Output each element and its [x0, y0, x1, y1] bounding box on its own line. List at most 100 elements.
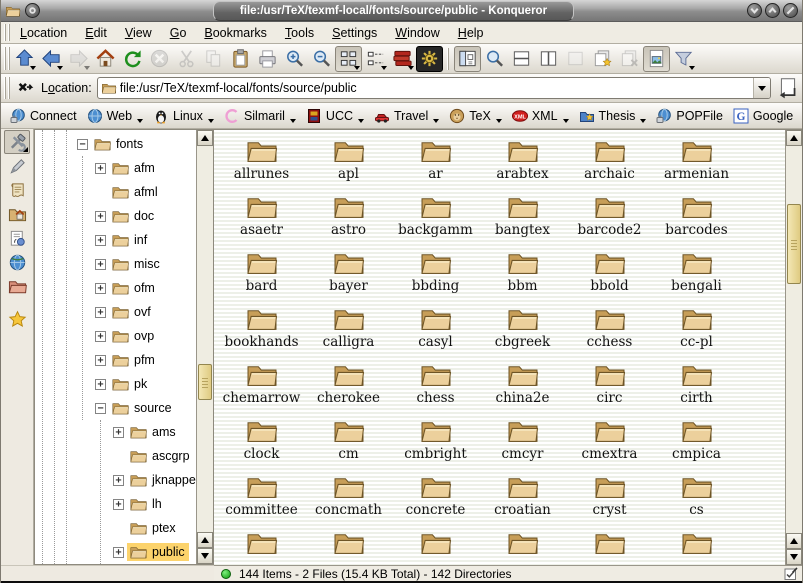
tree-item-body[interactable]: source [109, 399, 176, 417]
bookmark-travel[interactable]: Travel [369, 106, 444, 126]
tree-item-body[interactable]: ams [127, 423, 180, 441]
folder-item-cmcyr[interactable]: cmcyr [479, 416, 566, 472]
folder-item-bbold[interactable]: bbold [566, 248, 653, 304]
folder-item-bayer[interactable]: bayer [305, 248, 392, 304]
folder-item-cchess[interactable]: cchess [566, 304, 653, 360]
toolbar-print-button[interactable] [254, 46, 281, 72]
menu-help[interactable]: Help [449, 24, 493, 42]
folder-item-bbding[interactable]: bbding [392, 248, 479, 304]
expand-icon[interactable]: + [113, 499, 124, 510]
bookmark-connect[interactable]: Connect [5, 106, 82, 126]
tree-item-body[interactable]: jknappen [127, 471, 196, 489]
tree-item-jknappen[interactable]: +jknappen [35, 468, 196, 492]
folder-item[interactable] [218, 528, 305, 565]
window-menu-icon[interactable] [5, 4, 21, 18]
tree-item-body[interactable]: ascgrp [127, 447, 194, 465]
tree-item-pk[interactable]: +pk [35, 372, 196, 396]
minimize-button[interactable] [747, 3, 762, 18]
bookmark-tex[interactable]: TeX [444, 106, 507, 126]
view-indicator-icon[interactable] [784, 567, 798, 581]
folder-item-concmath[interactable]: concmath [305, 472, 392, 528]
folder-item-astro[interactable]: astro [305, 192, 392, 248]
tree-item-body[interactable]: ptex [127, 519, 180, 537]
bookmark-ucc[interactable]: UCC [301, 106, 369, 126]
toolbar-split-vertical-button[interactable] [535, 46, 562, 72]
toolbar-tab-new-button[interactable] [589, 46, 616, 72]
tree-item-doc[interactable]: +doc [35, 204, 196, 228]
folder-item-archaic[interactable]: archaic [566, 136, 653, 192]
main-scroll-down-button[interactable] [786, 549, 802, 565]
tree-item-misc[interactable]: +misc [35, 252, 196, 276]
toolbar-handle[interactable] [3, 47, 11, 70]
tree-item-ptex[interactable]: ptex [35, 516, 196, 540]
bookmark-wikipedia[interactable]: WWikipedia [798, 106, 803, 126]
bookmark-xml[interactable]: XMLXML [507, 106, 574, 126]
folder-item-cryst[interactable]: cryst [566, 472, 653, 528]
toolbar-zoom-in-button[interactable] [281, 46, 308, 72]
bookmark-linux[interactable]: Linux [148, 106, 219, 126]
tree-item-body[interactable]: lh [127, 495, 166, 513]
folder-item[interactable] [305, 528, 392, 565]
main-scroll-up-button[interactable] [786, 130, 802, 146]
folder-item-cirth[interactable]: cirth [653, 360, 740, 416]
tree-item-body[interactable]: fonts [91, 135, 147, 153]
folder-item-armenian[interactable]: armenian [653, 136, 740, 192]
folder-item-asaetr[interactable]: asaetr [218, 192, 305, 248]
folder-item-chemarrow[interactable]: chemarrow [218, 360, 305, 416]
expand-icon[interactable]: + [95, 283, 106, 294]
folder-item-allrunes[interactable]: allrunes [218, 136, 305, 192]
folder-item-cmextra[interactable]: cmextra [566, 416, 653, 472]
folder-item-cbgreek[interactable]: cbgreek [479, 304, 566, 360]
folder-item-bbm[interactable]: bbm [479, 248, 566, 304]
sidebar-tab-pen[interactable] [4, 154, 30, 178]
sidebar-tab-services[interactable] [4, 226, 30, 250]
tree-item-body[interactable]: misc [109, 255, 164, 273]
tree-item-ascgrp[interactable]: ascgrp [35, 444, 196, 468]
location-toolbar-handle[interactable] [3, 77, 11, 99]
expand-icon[interactable]: + [113, 547, 124, 558]
tree-item-body[interactable]: ovp [109, 327, 158, 345]
tree-item-body[interactable]: ofm [109, 279, 159, 297]
tree-item-afm[interactable]: +afm [35, 156, 196, 180]
folder-item-barcode2[interactable]: barcode2 [566, 192, 653, 248]
folder-item-cmpica[interactable]: cmpica [653, 416, 740, 472]
sidebar-tab-root-folder[interactable] [4, 274, 30, 298]
maximize-button[interactable] [765, 3, 780, 18]
expand-icon[interactable]: + [113, 427, 124, 438]
folder-item-chess[interactable]: chess [392, 360, 479, 416]
folder-item-cherokee[interactable]: cherokee [305, 360, 392, 416]
toolbar-list-view-button[interactable] [362, 46, 389, 72]
expand-icon[interactable]: + [113, 475, 124, 486]
folder-item-concrete[interactable]: concrete [392, 472, 479, 528]
toolbar-show-sidebar-button[interactable] [454, 46, 481, 72]
tree-scroll-slider[interactable] [198, 364, 212, 400]
folder-item-barcodes[interactable]: barcodes [653, 192, 740, 248]
tree-item-fonts[interactable]: −fonts [35, 132, 196, 156]
tree-item-afml[interactable]: afml [35, 180, 196, 204]
tree-scrollbar[interactable] [196, 130, 213, 564]
folder-item-circ[interactable]: circ [566, 360, 653, 416]
toolbar-back-arrow-button[interactable] [38, 46, 65, 72]
sidebar-tab-history-scroll[interactable] [4, 178, 30, 202]
folder-item-bookhands[interactable]: bookhands [218, 304, 305, 360]
expand-icon[interactable]: + [95, 259, 106, 270]
tree-item-ams[interactable]: +ams [35, 420, 196, 444]
menubar-handle[interactable] [3, 24, 11, 41]
folder-item-apl[interactable]: apl [305, 136, 392, 192]
toolbar-reload-button[interactable] [119, 46, 146, 72]
folder-item-committee[interactable]: committee [218, 472, 305, 528]
sidebar-tab-network-globe[interactable] [4, 250, 30, 274]
folder-item-cm[interactable]: cm [305, 416, 392, 472]
menu-view[interactable]: View [116, 24, 161, 42]
folder-item-cs[interactable]: cs [653, 472, 740, 528]
folder-item-ar[interactable]: ar [392, 136, 479, 192]
menu-location[interactable]: Location [11, 24, 76, 42]
main-scrollbar[interactable] [785, 130, 802, 565]
folder-item-arabtex[interactable]: arabtex [479, 136, 566, 192]
toolbar-up-arrow-button[interactable] [11, 46, 38, 72]
main-scroll-up2-button[interactable] [786, 533, 802, 549]
expand-icon[interactable]: + [95, 307, 106, 318]
folder-item[interactable] [566, 528, 653, 565]
toolbar-archive-button[interactable] [389, 46, 416, 72]
tree-item-pfm[interactable]: +pfm [35, 348, 196, 372]
